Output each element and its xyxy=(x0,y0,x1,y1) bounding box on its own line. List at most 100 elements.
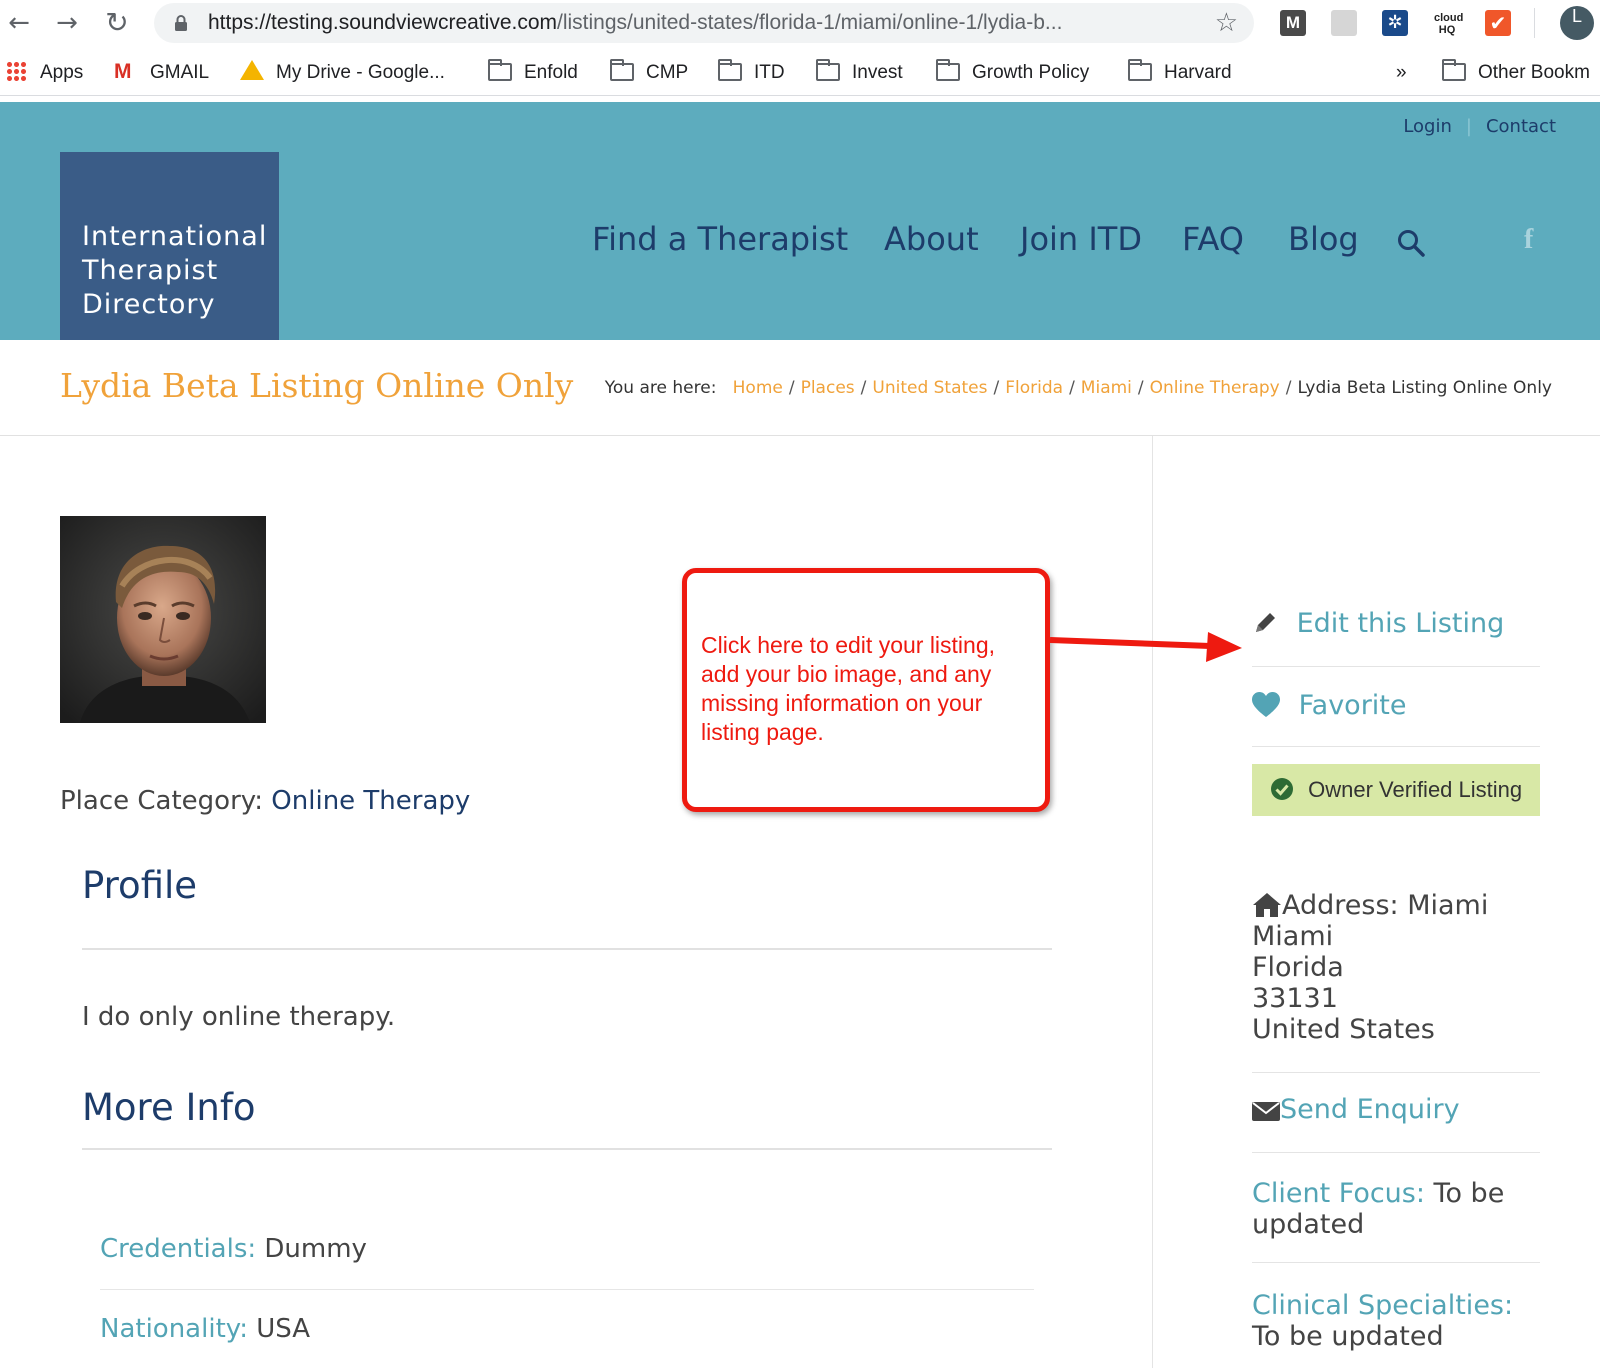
sidebar-divider-line xyxy=(1252,1152,1540,1153)
clinical-specialties-label: Clinical Specialties: xyxy=(1252,1290,1514,1321)
breadcrumb-places[interactable]: Places xyxy=(801,378,855,398)
section-divider xyxy=(82,948,1052,950)
bookmark-star-icon[interactable]: ☆ xyxy=(1215,9,1238,37)
send-enquiry-link[interactable]: Send Enquiry xyxy=(1252,1094,1540,1125)
nav-blog[interactable]: Blog xyxy=(1288,220,1359,258)
reload-icon[interactable]: ↻ xyxy=(100,6,134,40)
folder-icon xyxy=(1442,59,1466,81)
site-logo[interactable]: International Therapist Directory xyxy=(60,152,279,340)
bookmark-cmp[interactable]: CMP xyxy=(610,59,688,86)
breadcrumb-separator: / xyxy=(1069,378,1075,398)
nav-about[interactable]: About xyxy=(884,220,979,258)
bookmark-invest[interactable]: Invest xyxy=(816,59,903,86)
breadcrumb-label: You are here: xyxy=(604,378,717,398)
section-divider xyxy=(82,1148,1052,1150)
info-label: Nationality: xyxy=(100,1314,249,1344)
breadcrumb-miami[interactable]: Miami xyxy=(1081,378,1132,398)
bookmark-itd[interactable]: ITD xyxy=(718,59,785,86)
lock-icon xyxy=(175,15,187,31)
facebook-icon[interactable]: f xyxy=(1524,224,1533,256)
pencil-icon xyxy=(1256,613,1275,632)
drive-icon xyxy=(240,60,264,80)
verified-badge: Owner Verified Listing xyxy=(1252,764,1540,816)
address-line: Miami xyxy=(1407,890,1489,921)
address-bar[interactable]: https://testing.soundviewcreative.com/li… xyxy=(154,3,1254,43)
address-line: United States xyxy=(1252,1014,1435,1045)
nav-faq[interactable]: FAQ xyxy=(1182,220,1244,258)
bookmark-gmail[interactable]: M GMAIL xyxy=(114,60,209,86)
nav-join-itd[interactable]: Join ITD xyxy=(1020,220,1142,258)
top-links: Login | Contact xyxy=(1403,116,1556,137)
envelope-icon xyxy=(1252,1102,1280,1121)
place-category-label: Place Category: xyxy=(60,786,264,816)
send-enquiry-label: Send Enquiry xyxy=(1280,1094,1460,1125)
sidebar-divider xyxy=(1152,436,1153,1368)
profile-heading: Profile xyxy=(82,864,198,907)
clinical-specialties-field: Clinical Specialties: To be updated xyxy=(1252,1290,1540,1352)
breadcrumb: You are here: Home / Places / United States /… xyxy=(605,378,1552,398)
bookmark-other[interactable]: Other Bookm xyxy=(1442,59,1590,86)
annotation-arrow xyxy=(1050,632,1242,662)
address-line: Florida xyxy=(1252,952,1344,983)
favorite-link[interactable]: Favorite xyxy=(1252,690,1540,721)
more-info-heading: More Info xyxy=(82,1086,256,1129)
profile-photo xyxy=(60,516,266,723)
bookmark-drive[interactable]: My Drive - Google... xyxy=(240,60,445,86)
nav-find-therapist[interactable]: Find a Therapist xyxy=(592,220,848,258)
place-category-link[interactable]: Online Therapy xyxy=(271,786,470,816)
profile-text: I do only online therapy. xyxy=(82,1002,396,1032)
m-icon[interactable]: M xyxy=(1280,10,1306,36)
edit-listing-link[interactable]: Edit this Listing xyxy=(1252,608,1540,639)
site-header: Login | Contact International Therapist Di… xyxy=(0,102,1600,340)
cloudhq-icon[interactable]: cloud HQ xyxy=(1434,10,1463,36)
gear-icon[interactable]: ✲ xyxy=(1382,10,1408,36)
logo-line: Therapist xyxy=(82,255,219,286)
apps-grid-icon xyxy=(6,61,26,81)
edit-listing-label: Edit this Listing xyxy=(1296,608,1505,639)
place-category: Place Category: Online Therapy xyxy=(60,786,470,816)
heart-icon xyxy=(1252,692,1280,717)
breadcrumb-separator: / xyxy=(788,378,795,398)
bookmark-harvard[interactable]: Harvard xyxy=(1128,59,1232,86)
logo-line: International xyxy=(82,221,268,252)
browser-toolbar: ← → ↻ https://testing.soundviewcreative.… xyxy=(0,0,1600,46)
folder-icon xyxy=(816,59,840,81)
breadcrumb-current: Lydia Beta Listing Online Only xyxy=(1297,378,1552,398)
folder-icon xyxy=(610,59,634,81)
client-focus-label: Client Focus: xyxy=(1252,1178,1425,1209)
bookmark-enfold[interactable]: Enfold xyxy=(488,59,578,86)
info-row-credentials: Credentials: Dummy xyxy=(100,1234,1034,1264)
client-focus-field: Client Focus: To be updated xyxy=(1252,1178,1540,1240)
info-row-nationality: Nationality: USA xyxy=(100,1314,1034,1344)
breadcrumb-separator: / xyxy=(860,378,867,398)
info-value: Dummy xyxy=(256,1234,367,1264)
contact-link[interactable]: Contact xyxy=(1486,116,1556,137)
annotation-callout: Click here to edit your listing, add you… xyxy=(682,568,1050,812)
toolbar-divider xyxy=(1534,8,1535,38)
breadcrumb-united-states[interactable]: United States xyxy=(872,378,987,398)
check-icon[interactable]: ✔ xyxy=(1485,10,1511,36)
title-bar: Lydia Beta Listing Online Only You are h… xyxy=(0,340,1600,436)
bookmarks-overflow-button[interactable]: » xyxy=(1396,60,1407,86)
search-icon[interactable] xyxy=(1396,228,1426,258)
avatar[interactable]: L xyxy=(1560,6,1594,40)
folder-icon xyxy=(718,59,742,81)
favorite-label: Favorite xyxy=(1298,690,1407,721)
info-label: Credentials: xyxy=(100,1234,257,1264)
url-host: https://testing.soundviewcreative.com xyxy=(208,11,558,34)
breadcrumb-separator: / xyxy=(1285,378,1292,398)
breadcrumb-home[interactable]: Home xyxy=(733,378,783,398)
login-link[interactable]: Login xyxy=(1403,116,1452,137)
gmail-icon: M xyxy=(114,60,132,83)
breadcrumb-separator: / xyxy=(993,378,1000,398)
bookmark-growth-policy[interactable]: Growth Policy xyxy=(936,59,1089,86)
forward-icon[interactable]: → xyxy=(50,6,84,40)
cast-icon[interactable] xyxy=(1331,10,1357,36)
breadcrumb-florida[interactable]: Florida xyxy=(1005,378,1063,398)
bookmark-apps[interactable]: Apps xyxy=(6,60,83,86)
back-icon[interactable]: ← xyxy=(2,6,36,40)
logo-line: Directory xyxy=(82,289,216,320)
breadcrumb-online-therapy[interactable]: Online Therapy xyxy=(1150,378,1280,398)
url-path: /listings/united-states/florida-1/miami/… xyxy=(557,11,1063,34)
sidebar-divider-line xyxy=(1252,666,1540,667)
